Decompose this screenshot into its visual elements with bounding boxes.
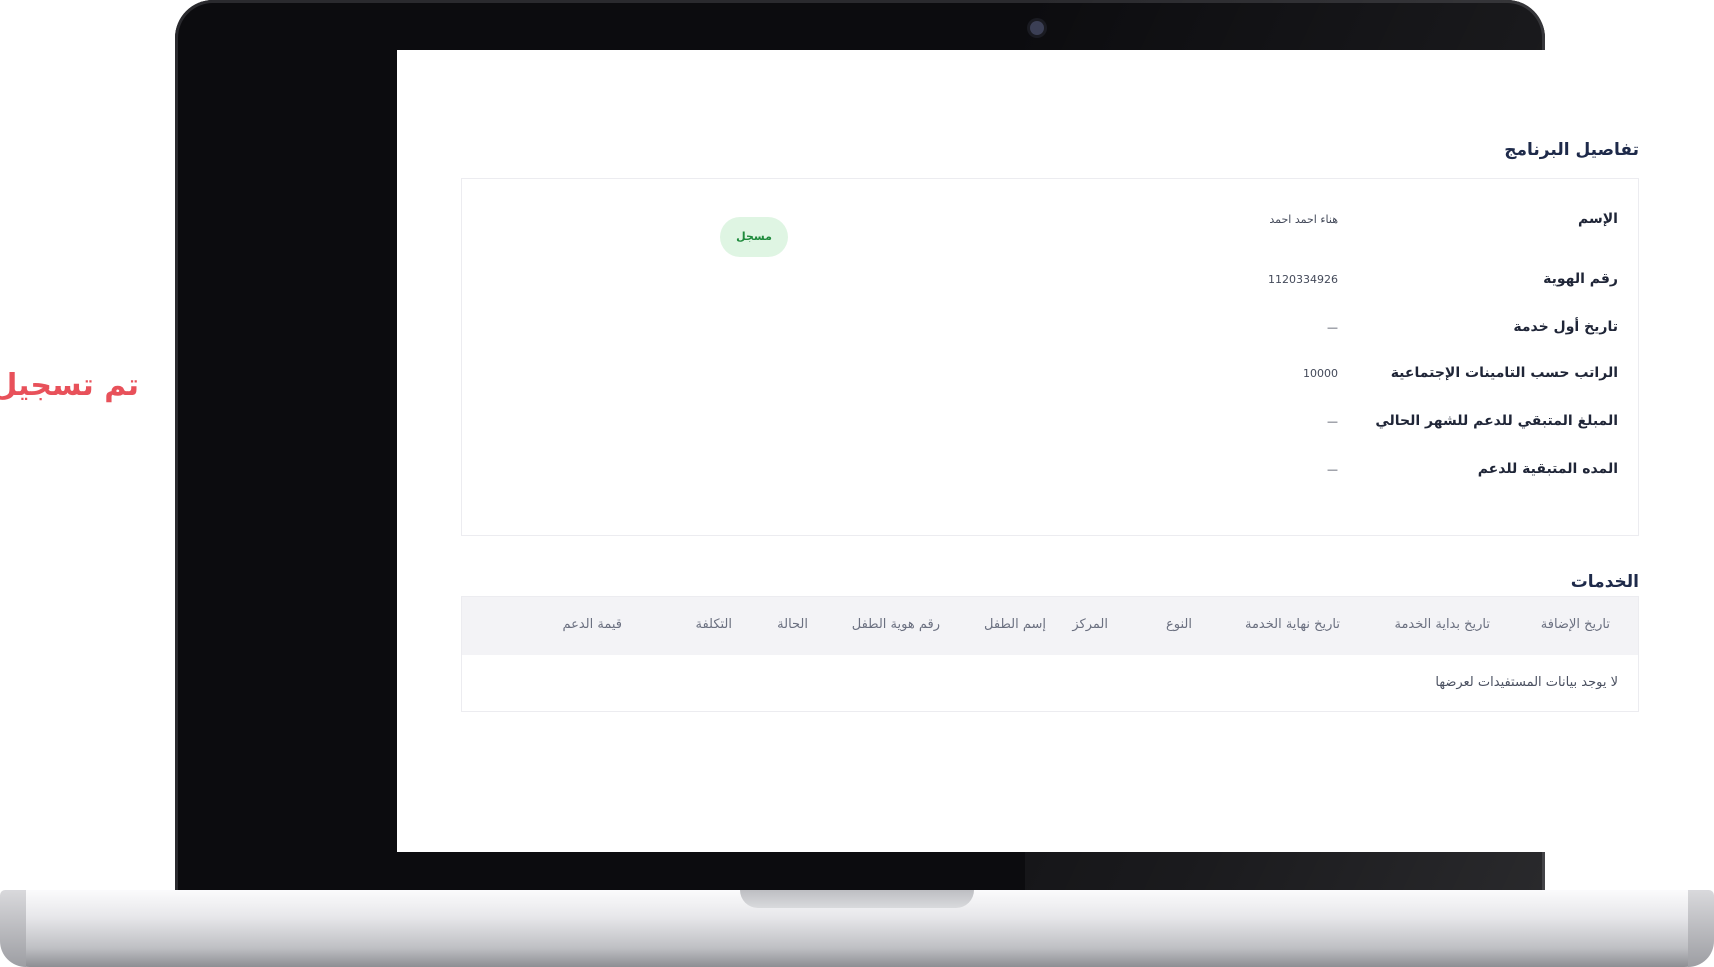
detail-value: هناء احمد احمد	[1269, 213, 1338, 226]
column-header[interactable]: التكلفة	[695, 617, 732, 632]
laptop-base	[0, 890, 1714, 967]
detail-value: —	[1327, 321, 1338, 334]
camera-icon	[1030, 21, 1044, 35]
detail-value: 10000	[1303, 367, 1338, 380]
column-header[interactable]: الحالة	[777, 617, 808, 632]
detail-row-name: الإسم هناء احمد احمد مسجل	[462, 207, 1638, 257]
column-header[interactable]: النوع	[1166, 617, 1192, 632]
column-header[interactable]: تاريخ الإضافة	[1541, 617, 1610, 632]
base-end	[1688, 890, 1714, 967]
services-title: الخدمات	[1570, 572, 1639, 592]
detail-label: تاريخ أول خدمة	[1513, 319, 1618, 335]
column-header[interactable]: تاريخ بداية الخدمة	[1395, 617, 1491, 632]
laptop-screen: تفاصيل البرنامج الإسم هناء احمد احمد مسج…	[397, 50, 1675, 852]
detail-value: —	[1327, 415, 1338, 428]
empty-message: لا يوجد بيانات المستفيدات لعرضها	[1435, 675, 1618, 690]
table-empty-row: لا يوجد بيانات المستفيدات لعرضها	[462, 655, 1638, 711]
column-header[interactable]: المركز	[1072, 617, 1108, 632]
column-header[interactable]: إسم الطفل	[984, 617, 1046, 632]
program-details-page: تفاصيل البرنامج الإسم هناء احمد احمد مسج…	[397, 50, 1675, 852]
detail-row-remaining-amount: المبلغ المتبقي للدعم للشهر الحالي —	[462, 409, 1638, 439]
laptop-lid: تفاصيل البرنامج الإسم هناء احمد احمد مسج…	[175, 0, 1675, 905]
status-badge: مسجل	[720, 217, 788, 257]
base-notch	[740, 890, 974, 908]
column-header[interactable]: رقم هوية الطفل	[852, 617, 940, 632]
table-header: تاريخ الإضافة تاريخ بداية الخدمة تاريخ ن…	[462, 597, 1638, 655]
side-caption: تم تسجيل	[0, 368, 139, 403]
detail-label: المبلغ المتبقي للدعم للشهر الحالي	[1375, 413, 1618, 429]
program-details-title: تفاصيل البرنامج	[1504, 140, 1639, 160]
detail-label: رقم الهوية	[1543, 271, 1618, 287]
program-details-card: الإسم هناء احمد احمد مسجل رقم الهوية 112…	[461, 178, 1639, 536]
detail-row-first-service-date: تاريخ أول خدمة —	[462, 315, 1638, 345]
column-header[interactable]: تاريخ نهاية الخدمة	[1245, 617, 1340, 632]
detail-label: الراتب حسب التامينات الإجتماعية	[1390, 365, 1618, 381]
column-header[interactable]: قيمة الدعم	[562, 617, 622, 632]
services-table: تاريخ الإضافة تاريخ بداية الخدمة تاريخ ن…	[461, 596, 1639, 712]
detail-row-remaining-period: المده المتبقية للدعم —	[462, 457, 1638, 487]
detail-label: الإسم	[1578, 211, 1618, 227]
detail-value: 1120334926	[1268, 273, 1338, 286]
detail-row-salary: الراتب حسب التامينات الإجتماعية 10000	[462, 361, 1638, 391]
detail-label: المده المتبقية للدعم	[1477, 461, 1618, 477]
detail-value: —	[1327, 463, 1338, 476]
detail-row-id-number: رقم الهوية 1120334926	[462, 267, 1638, 297]
base-end	[0, 890, 26, 967]
